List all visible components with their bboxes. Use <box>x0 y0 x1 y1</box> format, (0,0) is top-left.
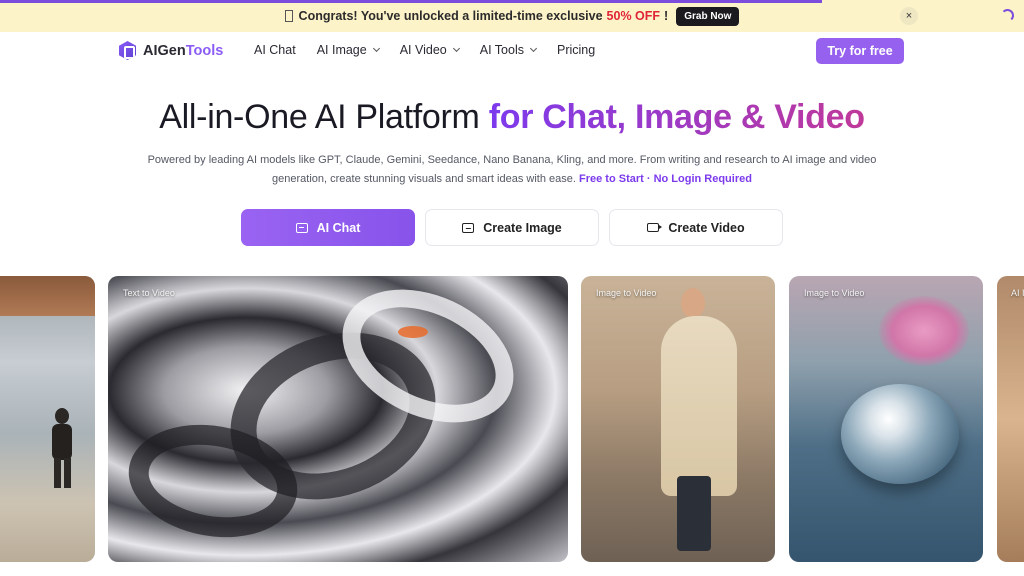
promo-discount: 50% OFF <box>606 9 661 23</box>
hero-subtitle: Powered by leading AI models like GPT, C… <box>120 151 904 189</box>
nav-item-ai-chat[interactable]: AI Chat <box>254 43 296 57</box>
hero-title-highlight: for Chat, Image & Video <box>488 98 865 136</box>
woman-image <box>681 288 705 318</box>
chevron-down-icon <box>529 44 538 53</box>
chat-icon <box>295 222 308 233</box>
gallery-card-image-to-video-bubble[interactable]: Image to Video <box>789 276 983 562</box>
chevron-down-icon <box>452 44 460 53</box>
card-label: Image to Video <box>804 288 865 298</box>
nav-item-ai-image[interactable]: AI Image <box>316 43 380 57</box>
logo-text: AIGenTools <box>143 43 223 59</box>
nav-links: AI Chat AI Image AI Video AI Tools Prici… <box>254 43 595 57</box>
top-nav: AIGenTools AI Chat AI Image AI Video AI … <box>0 32 1024 70</box>
nav-item-ai-tools[interactable]: AI Tools <box>479 43 538 57</box>
create-image-button-label: Create Image <box>483 220 562 235</box>
gift-icon <box>284 10 293 22</box>
gallery-card-beach[interactable] <box>0 276 95 562</box>
gallery-card-text-to-video[interactable]: Text to Video <box>108 276 568 562</box>
nav-item-label: AI Tools <box>479 43 524 57</box>
promo-text-before: Congrats! You've unlocked a limited-time… <box>298 9 603 23</box>
image-icon <box>462 222 475 233</box>
water-bubble-image <box>841 384 959 484</box>
nav-item-pricing[interactable]: Pricing <box>557 43 595 57</box>
logo-icon <box>119 41 136 60</box>
logo[interactable]: AIGenTools <box>119 41 223 60</box>
chevron-down-icon <box>372 44 380 53</box>
hero-subtitle-emphasis: Free to Start · No Login Required <box>579 173 752 185</box>
nav-item-label: AI Image <box>316 43 367 57</box>
woman-legs-image <box>677 476 711 551</box>
logo-text-a: AIGen <box>143 42 186 59</box>
close-icon[interactable]: × <box>900 7 918 25</box>
nav-item-label: AI Video <box>399 43 447 57</box>
logo-text-b: Tools <box>185 42 224 59</box>
create-video-button-label: Create Video <box>668 220 745 235</box>
video-camera-icon <box>647 223 663 232</box>
loading-spinner-icon <box>1001 9 1014 22</box>
card-label: Text to Video <box>123 288 175 298</box>
promo-text-after: ! <box>664 9 669 23</box>
nav-item-label: Pricing <box>557 43 596 57</box>
hero-subtitle-text: Powered by leading AI models like GPT, C… <box>147 154 877 185</box>
ai-chat-button[interactable]: AI Chat <box>241 209 415 246</box>
promo-message: Congrats! You've unlocked a limited-time… <box>284 9 669 23</box>
promo-banner: Congrats! You've unlocked a limited-time… <box>0 0 1024 32</box>
card-label: AI I <box>1011 288 1024 298</box>
ai-chat-button-label: AI Chat <box>316 220 361 235</box>
flower-image <box>879 296 969 366</box>
beach-runner-image <box>52 408 72 488</box>
woman-coat-image <box>661 316 737 496</box>
try-for-free-button[interactable]: Try for free <box>816 38 904 64</box>
create-image-button[interactable]: Create Image <box>425 209 599 246</box>
nav-item-ai-video[interactable]: AI Video <box>399 43 460 57</box>
chrome-highlight <box>398 326 428 338</box>
card-label: Image to Video <box>596 288 657 298</box>
gallery-card-partial[interactable]: AI I <box>997 276 1024 562</box>
hero-title: All-in-One AI Platform for Chat, Image &… <box>0 98 1024 137</box>
create-video-button[interactable]: Create Video <box>609 209 783 246</box>
nav-item-label: AI Chat <box>254 43 296 57</box>
gallery-card-image-to-video-woman[interactable]: Image to Video <box>581 276 775 562</box>
hero-title-plain: All-in-One AI Platform <box>159 98 480 136</box>
grab-now-button[interactable]: Grab Now <box>676 6 740 26</box>
promo-progress-bar <box>0 0 822 3</box>
